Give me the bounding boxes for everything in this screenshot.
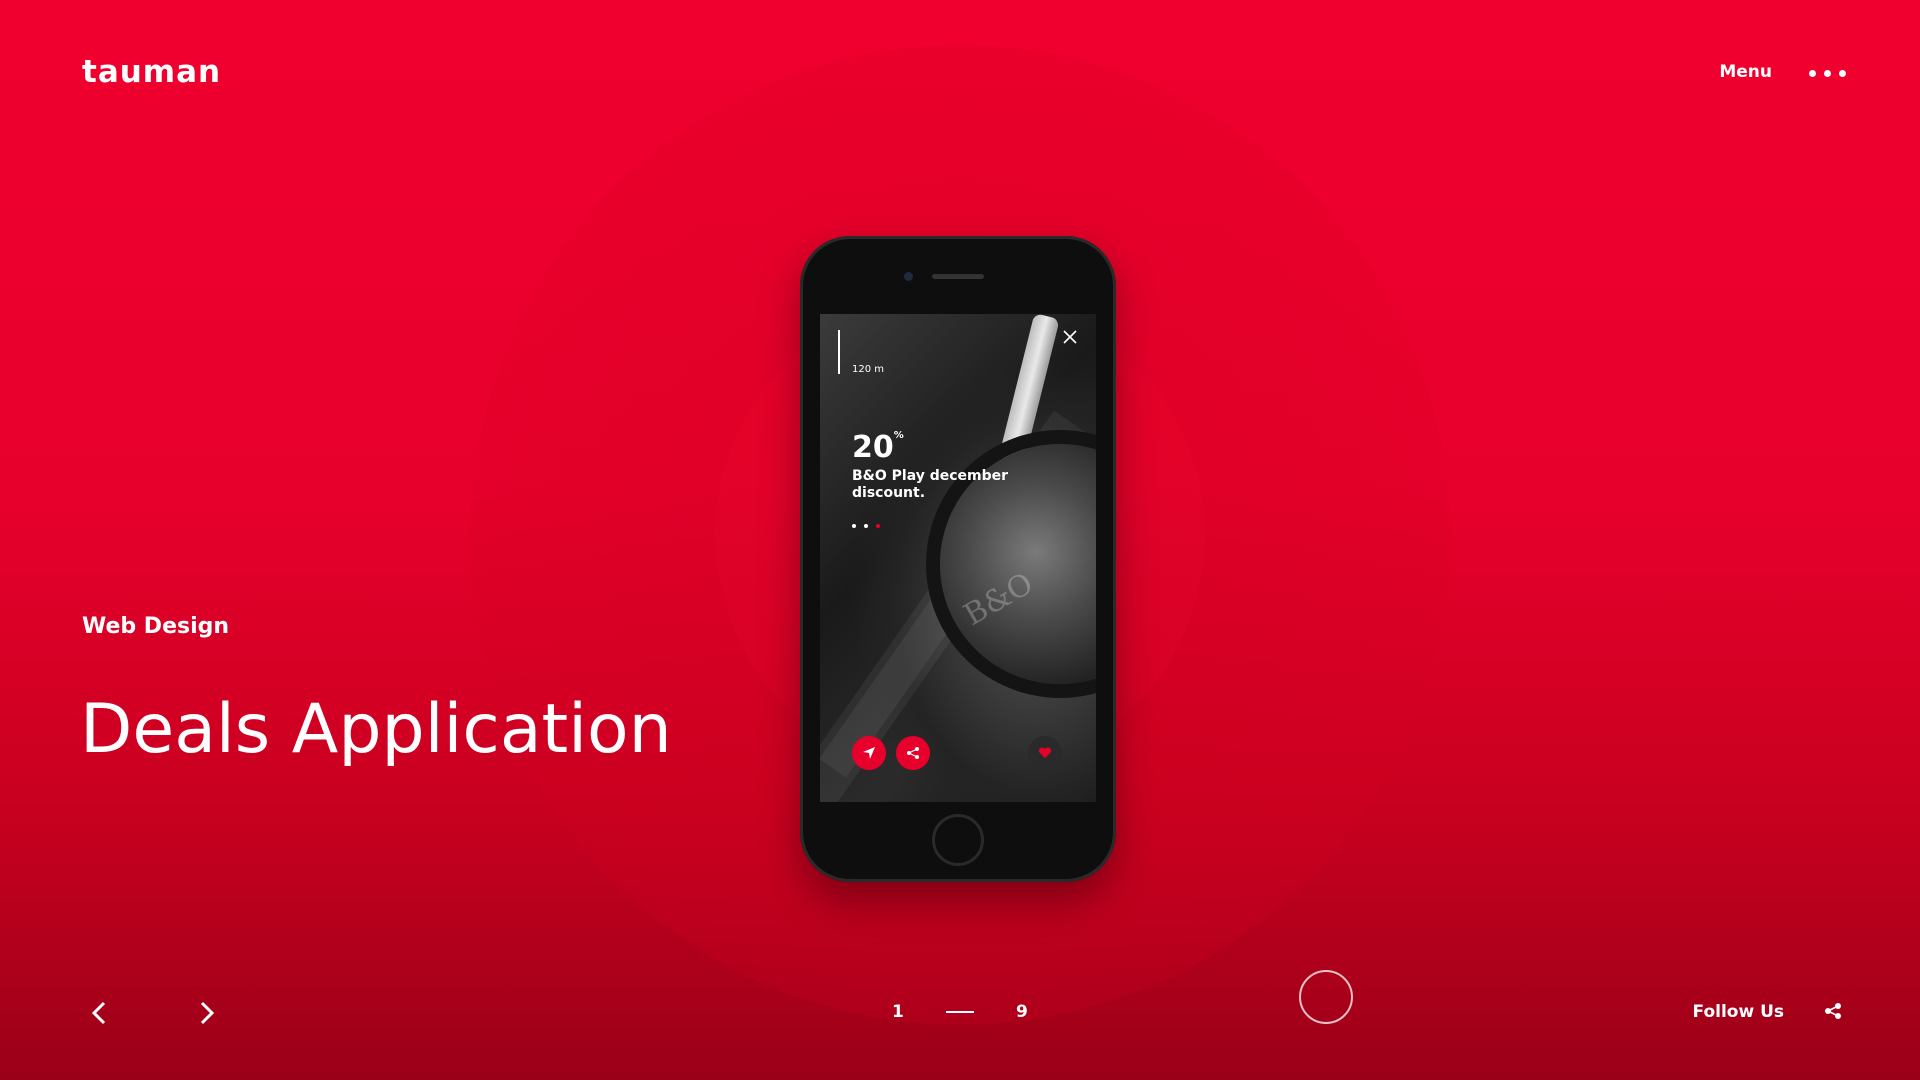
- phone-home-button: [932, 814, 984, 866]
- brand-logo[interactable]: tauman: [82, 54, 221, 90]
- close-icon[interactable]: [1062, 328, 1078, 348]
- distance-line: [838, 330, 840, 374]
- slide-dot[interactable]: [852, 524, 856, 528]
- follow-us-label[interactable]: Follow Us: [1693, 1002, 1784, 1022]
- slide-dot-active[interactable]: [876, 524, 880, 528]
- dot: [1824, 70, 1831, 77]
- navigate-icon[interactable]: [852, 736, 886, 770]
- prev-arrow-icon[interactable]: [84, 998, 114, 1028]
- pagination-divider: [946, 1011, 974, 1013]
- dot: [1809, 70, 1816, 77]
- dot: [1839, 70, 1846, 77]
- distance-label: 120 m: [852, 364, 885, 375]
- next-arrow-icon[interactable]: [192, 998, 222, 1028]
- discount-value: 20%: [852, 430, 904, 465]
- cursor-circle: [1299, 970, 1353, 1024]
- more-dots-icon[interactable]: [1809, 70, 1846, 77]
- discount-number: 20: [852, 430, 894, 465]
- project-category: Web Design: [82, 614, 230, 639]
- project-title[interactable]: Deals Application: [80, 690, 672, 769]
- phone-camera: [904, 272, 913, 281]
- slide-dots: [852, 524, 880, 528]
- phone-speaker: [932, 274, 984, 279]
- total-pages: 9: [1016, 1002, 1028, 1022]
- menu-button[interactable]: Menu: [1719, 62, 1772, 82]
- phone-screen: B&O 120 m 20% B&O Play december discount…: [820, 314, 1096, 802]
- heart-icon[interactable]: [1028, 736, 1062, 770]
- phone-mockup: B&O 120 m 20% B&O Play december discount…: [800, 236, 1116, 882]
- current-page: 1: [892, 1002, 904, 1022]
- share-icon[interactable]: [1824, 1002, 1842, 1020]
- share-icon[interactable]: [896, 736, 930, 770]
- discount-unit: %: [893, 430, 904, 441]
- discount-text: B&O Play december discount.: [852, 468, 1009, 501]
- slide-dot[interactable]: [864, 524, 868, 528]
